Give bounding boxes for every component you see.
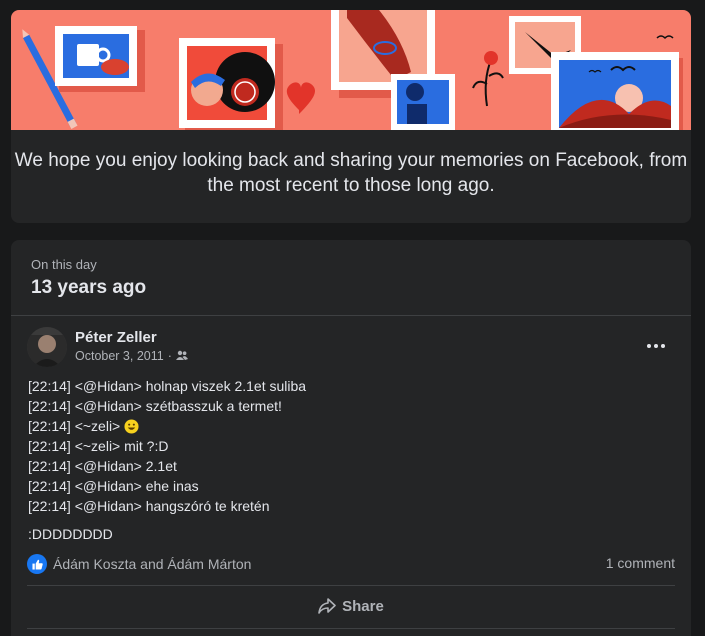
reactions-names: Ádám Koszta and Ádám Márton: [53, 556, 252, 572]
post-line: [22:14] <@Hidan> 2.1et: [28, 458, 177, 474]
memories-intro-card: We hope you enjoy looking back and shari…: [11, 10, 691, 223]
like-icon: [27, 554, 47, 574]
share-button[interactable]: Share: [27, 590, 675, 622]
post-line: [22:14] <~zeli>: [28, 416, 306, 436]
post-line: [22:14] <@Hidan> holnap viszek 2.1et sul…: [28, 378, 307, 394]
post-line: [22:14] <@Hidan> ehe inas: [28, 478, 199, 494]
reactions-summary[interactable]: Ádám Koszta and Ádám Márton: [27, 554, 251, 574]
years-ago-heading: 13 years ago: [31, 277, 147, 298]
post-line: [22:14] <~zeli> mit ?:D: [28, 438, 169, 454]
post-options-button[interactable]: [641, 334, 671, 358]
memories-intro-message: We hope you enjoy looking back and shari…: [14, 150, 688, 196]
meta-separator: ·: [167, 349, 172, 363]
divider: [27, 628, 675, 629]
post-date[interactable]: October 3, 2011: [75, 349, 164, 363]
post-tail: :DDDDDDDD: [28, 526, 113, 542]
author-avatar[interactable]: [27, 327, 67, 367]
post-meta: October 3, 2011 ·: [75, 349, 188, 363]
memory-card: On this day 13 years ago Péter Zeller Oc…: [11, 240, 691, 636]
grinning-emoji-icon: [124, 418, 139, 434]
post-body: [22:14] <@Hidan> holnap viszek 2.1et sul…: [28, 376, 306, 544]
divider: [27, 585, 675, 586]
post-author-name[interactable]: Péter Zeller: [75, 329, 157, 346]
friends-icon[interactable]: [175, 349, 188, 363]
on-this-day-label: On this day: [31, 257, 97, 272]
post-line: [22:14] <@Hidan> szétbasszuk a termet!: [28, 398, 282, 414]
more-dots-icon: [647, 344, 651, 348]
memories-illustration-banner: [11, 10, 691, 138]
comments-count-link[interactable]: 1 comment: [606, 555, 675, 571]
post-line: [22:14] <@Hidan> hangszóró te kretén: [28, 498, 270, 514]
share-label: Share: [342, 597, 384, 615]
share-icon: [318, 598, 336, 614]
memories-illustration: [22, 10, 683, 138]
divider: [11, 315, 691, 316]
